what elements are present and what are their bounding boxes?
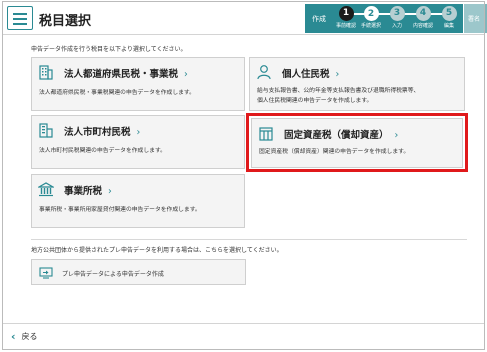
step-2: 2 手続選択 [358,6,384,29]
card-description: 法人市町村民税関連の申告データを作成します。 [39,148,166,154]
step-indicator: 作成 1 事前確認 2 手続選択 3 入力 4 内容確認 5 編集 署名 [305,4,487,33]
card-title: 個人住民税 › [282,69,340,80]
chevron-right-icon: › [335,69,340,80]
step-1: 1 事前確認 [333,6,359,29]
header-bar: 税目選択 作成 1 事前確認 2 手続選択 3 入力 4 内容確認 5 編集 署… [3,2,487,35]
step-4-label: 内容確認 [412,23,433,29]
step-5-number: 5 [441,6,457,21]
step-2-number: 2 [363,6,379,21]
step-5-label: 編集 [443,23,454,29]
chevron-right-icon: › [184,69,188,80]
card-business-office-tax[interactable]: 事業所税 › 事業所税・事業所用家屋貸付関連の申告データを作成します。 [31,174,245,228]
step-4-number: 4 [415,6,431,21]
person-icon [257,65,271,80]
step-1-label: 事前確認 [335,23,356,29]
card-description-line-2: 個人住民税関連の申告データを作成します。 [257,98,373,104]
card-description-line-1: 給与支払報告書、公的年金等支払報告書及び退職所得税票等、 [257,88,420,94]
intro-text: 申告データ作成を行う税目を以下より選択してください。 [31,46,187,53]
step-1-number: 1 [338,6,354,21]
chevron-left-icon: ‹ [11,330,16,343]
card-corporate-municipal-tax[interactable]: 法人市町村民税 › 法人市町村民税関連の申告データを作成します。 [31,115,245,169]
building-icon [39,65,53,80]
card-corporate-prefectural-tax[interactable]: 法人都道府県民税・事業税 › 法人都道府県民税・事業税関連の申告データを作成します… [31,57,245,111]
step-3: 3 入力 [384,6,410,29]
step-start-label: 作成 [305,4,333,33]
chevron-right-icon: › [108,186,112,197]
step-5: 5 編集 [436,6,462,29]
office-building-icon [39,123,53,138]
card-title: 法人都道府県民税・事業税 › [64,69,188,80]
pre-declaration-button[interactable]: プレ申告データによる申告データ作成 [31,259,246,285]
card-title: 事業所税 › [64,186,112,197]
bank-icon [38,182,54,197]
step-sign: 署名 [464,4,484,33]
step-3-label: 入力 [391,23,402,29]
window-frame: 税目選択 作成 1 事前確認 2 手続選択 3 入力 4 内容確認 5 編集 署… [2,1,487,350]
step-track: 1 事前確認 2 手続選択 3 入力 4 内容確認 5 編集 [333,4,463,33]
divider [31,239,467,240]
back-label: 戻る [21,332,38,341]
chevron-right-icon: › [136,127,141,138]
footer-bar: ‹ 戻る [3,323,484,349]
back-button[interactable]: ‹ 戻る [11,330,38,343]
card-description: 事業所税・事業所用家屋貸付関連の申告データを作成します。 [39,207,201,213]
pre-declaration-button-label: プレ申告データによる申告データ作成 [62,271,164,278]
step-3-number: 3 [389,6,405,21]
card-title: 法人市町村民税 › [64,127,141,138]
pre-declaration-note: 地方公共団体から提供されたプレ申告データを利用する場合は、こちらを選択してくださ… [31,247,283,254]
monitor-import-icon [39,267,53,279]
card-individual-resident-tax[interactable]: 個人住民税 › 給与支払報告書、公的年金等支払報告書及び退職所得税票等、 個人住民… [249,57,465,111]
step-2-label: 手続選択 [360,23,381,29]
card-description: 法人都道府県民税・事業税関連の申告データを作成します。 [39,90,195,96]
document-list-icon [7,6,33,30]
page-title: 税目選択 [39,14,92,29]
step-4: 4 内容確認 [410,6,436,29]
selection-highlight [246,113,468,172]
